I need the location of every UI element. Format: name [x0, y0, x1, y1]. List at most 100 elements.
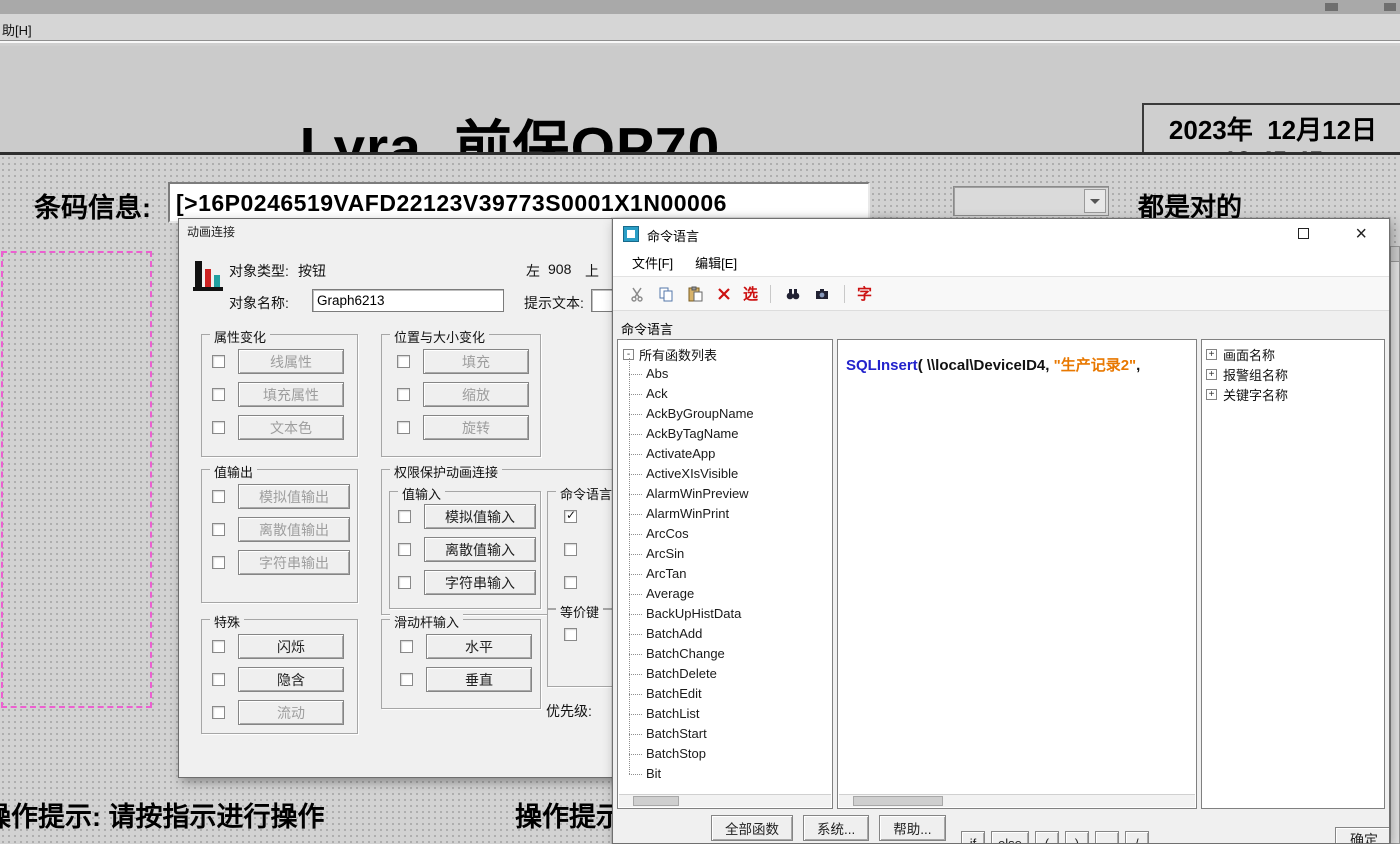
- cut-icon[interactable]: [627, 284, 647, 304]
- function-tree-item[interactable]: BatchChange: [646, 644, 754, 664]
- function-tree-item[interactable]: Abs: [646, 364, 754, 384]
- checkbox[interactable]: [397, 388, 410, 401]
- function-tree-panel[interactable]: - 所有函数列表 AbsAckAckByGroupNameAckByTagNam…: [617, 339, 833, 809]
- operator-button[interactable]: if: [961, 831, 985, 844]
- code-editor[interactable]: SQLInsert( \\local\DeviceID4, "生产记录2",: [837, 339, 1197, 809]
- checkbox[interactable]: [212, 355, 225, 368]
- checkbox[interactable]: [212, 673, 225, 686]
- checkbox[interactable]: [212, 556, 225, 569]
- menu-item[interactable]: 文件[F]: [621, 253, 684, 272]
- function-tree-item[interactable]: ArcCos: [646, 524, 754, 544]
- window-control-partial[interactable]: [1384, 3, 1396, 11]
- function-tree-item[interactable]: Bit: [646, 764, 754, 784]
- selected-object-outline[interactable]: [1, 251, 152, 708]
- function-tree-item[interactable]: AckByTagName: [646, 424, 754, 444]
- find-icon[interactable]: [783, 284, 803, 304]
- checkbox[interactable]: [212, 388, 225, 401]
- checkbox-checked[interactable]: [564, 510, 577, 523]
- ok-button[interactable]: 确定: [1335, 827, 1390, 844]
- function-tree-item[interactable]: BatchStop: [646, 744, 754, 764]
- dialog-button[interactable]: 闪烁: [238, 634, 344, 659]
- dialog-button[interactable]: 系统...: [803, 815, 869, 841]
- checkbox[interactable]: [212, 490, 225, 503]
- dialog-button[interactable]: 隐含: [238, 667, 344, 692]
- function-tree-item[interactable]: Ack: [646, 384, 754, 404]
- checkbox[interactable]: [564, 576, 577, 589]
- tag-tree-panel[interactable]: +画面名称+报警组名称+关键字名称: [1201, 339, 1385, 809]
- function-tree-item[interactable]: BatchDelete: [646, 664, 754, 684]
- checkbox[interactable]: [400, 640, 413, 653]
- dialog-button[interactable]: 填充属性: [238, 382, 344, 407]
- function-tree-item[interactable]: ArcSin: [646, 544, 754, 564]
- function-tree-item[interactable]: ActiveXIsVisible: [646, 464, 754, 484]
- checkbox[interactable]: [212, 706, 225, 719]
- find-replace-icon[interactable]: [812, 284, 832, 304]
- checkbox[interactable]: [564, 543, 577, 556]
- checkbox[interactable]: [398, 576, 411, 589]
- function-tree-item[interactable]: Average: [646, 584, 754, 604]
- delete-icon[interactable]: [714, 284, 734, 304]
- horizontal-scrollbar[interactable]: [839, 794, 1195, 807]
- function-tree-item[interactable]: AlarmWinPreview: [646, 484, 754, 504]
- function-tree-item[interactable]: BatchStart: [646, 724, 754, 744]
- checkbox[interactable]: [397, 355, 410, 368]
- operator-button[interactable]: .: [1095, 831, 1119, 844]
- checkbox[interactable]: [564, 628, 577, 641]
- tag-tree-item[interactable]: +报警组名称: [1206, 364, 1384, 384]
- dialog-button[interactable]: 模拟值输出: [238, 484, 350, 509]
- function-tree-item[interactable]: BackUpHistData: [646, 604, 754, 624]
- copy-icon[interactable]: [656, 284, 676, 304]
- function-tree-item[interactable]: AckByGroupName: [646, 404, 754, 424]
- dialog-button[interactable]: 帮助...: [879, 815, 945, 841]
- menu-help[interactable]: 助[H]: [2, 20, 32, 39]
- select-tool-button[interactable]: 选: [743, 283, 758, 304]
- dialog-button[interactable]: 全部函数: [711, 815, 793, 841]
- function-tree-item[interactable]: AlarmWinPrint: [646, 504, 754, 524]
- operator-button[interactable]: (: [1035, 831, 1059, 844]
- cmd-titlebar[interactable]: 命令语言 ×: [613, 219, 1389, 249]
- dialog-button[interactable]: 流动: [238, 700, 344, 725]
- function-tree-item[interactable]: BatchAdd: [646, 624, 754, 644]
- expand-icon[interactable]: +: [1206, 369, 1217, 380]
- dialog-button[interactable]: 离散值输出: [238, 517, 350, 542]
- dialog-button[interactable]: 离散值输入: [424, 537, 536, 562]
- dialog-button[interactable]: 缩放: [423, 382, 529, 407]
- operator-button[interactable]: /: [1125, 831, 1149, 844]
- checkbox[interactable]: [398, 510, 411, 523]
- font-tool-button[interactable]: 字: [857, 283, 872, 304]
- window-control-partial[interactable]: [1325, 3, 1338, 11]
- expand-icon[interactable]: +: [1206, 389, 1217, 400]
- function-tree-item[interactable]: BatchEdit: [646, 684, 754, 704]
- checkbox[interactable]: [400, 673, 413, 686]
- barcode-field[interactable]: [>16P0246519VAFD22123V39773S0001X1N00006: [168, 182, 870, 223]
- function-tree-item[interactable]: ActivateApp: [646, 444, 754, 464]
- dialog-button[interactable]: 模拟值输入: [424, 504, 536, 529]
- close-button[interactable]: ×: [1355, 221, 1367, 247]
- expand-icon[interactable]: +: [1206, 349, 1217, 360]
- operator-button[interactable]: ): [1065, 831, 1089, 844]
- dialog-button[interactable]: 旋转: [423, 415, 529, 440]
- dialog-button[interactable]: 字符串输入: [424, 570, 536, 595]
- checkbox[interactable]: [212, 523, 225, 536]
- dialog-button[interactable]: 水平: [426, 634, 532, 659]
- scrollbar-thumb[interactable]: [633, 796, 679, 806]
- checkbox[interactable]: [398, 543, 411, 556]
- checkbox[interactable]: [212, 421, 225, 434]
- operator-button[interactable]: else: [991, 831, 1029, 844]
- result-dropdown[interactable]: [953, 186, 1109, 216]
- dialog-button[interactable]: 文本色: [238, 415, 344, 440]
- function-tree-item[interactable]: ArcTan: [646, 564, 754, 584]
- paste-icon[interactable]: [685, 284, 705, 304]
- object-name-input[interactable]: Graph6213: [312, 289, 504, 312]
- dialog-button[interactable]: 线属性: [238, 349, 344, 374]
- menu-item[interactable]: 编辑[E]: [684, 253, 748, 272]
- tag-tree-item[interactable]: +画面名称: [1206, 344, 1384, 364]
- horizontal-scrollbar[interactable]: [619, 794, 831, 807]
- dialog-button[interactable]: 填充: [423, 349, 529, 374]
- checkbox[interactable]: [212, 640, 225, 653]
- tree-root[interactable]: - 所有函数列表: [623, 344, 717, 364]
- maximize-button[interactable]: [1298, 228, 1309, 239]
- dialog-button[interactable]: 字符串输出: [238, 550, 350, 575]
- dialog-button[interactable]: 垂直: [426, 667, 532, 692]
- scrollbar-thumb[interactable]: [853, 796, 943, 806]
